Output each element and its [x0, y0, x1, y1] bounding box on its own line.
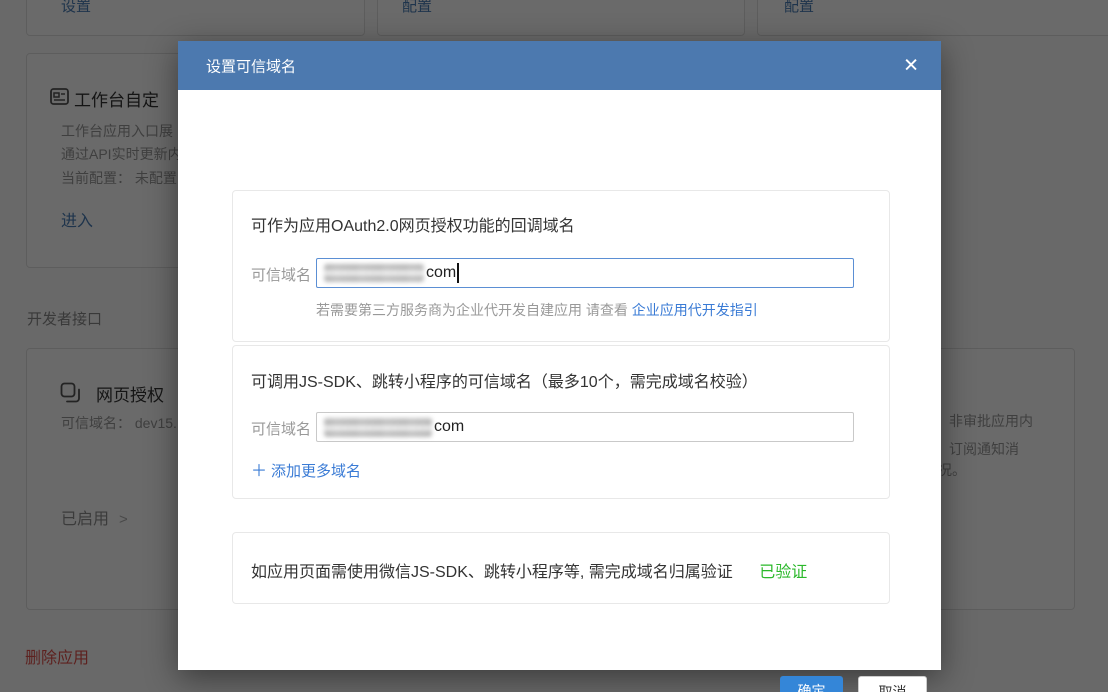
oauth-domain-input[interactable]: com [316, 258, 854, 288]
redacted-domain-blur [324, 264, 424, 282]
oauth-helper-row: 若需要第三方服务商为企业代开发自建应用 请查看 企业应用代开发指引 [316, 300, 758, 320]
jssdk-domain-label: 可信域名 [251, 418, 311, 439]
cancel-button[interactable]: 取消 [858, 676, 927, 692]
oauth-domain-label: 可信域名 [251, 264, 311, 285]
add-domain-link[interactable]: ＋添加更多域名 [251, 457, 361, 481]
plus-icon: ＋ [251, 463, 267, 480]
verify-section: 如应用页面需使用微信JS-SDK、跳转小程序等, 需完成域名归属验证 已验证 [232, 532, 890, 604]
oauth-helper-text: 若需要第三方服务商为企业代开发自建应用 请查看 [316, 302, 628, 318]
redacted-domain-blur [324, 417, 432, 437]
jssdk-domain-section: 可调用JS-SDK、跳转小程序的可信域名（最多10个，需完成域名校验） 可信域名… [232, 345, 890, 499]
oauth-section-title: 可作为应用OAuth2.0网页授权功能的回调域名 [251, 212, 575, 236]
page-root: 设置 配置 配置 工作台自定 工作台应用入口展 通过API实时更新内 当前配置：… [0, 0, 1108, 692]
jssdk-domain-visible-text: com [434, 418, 464, 436]
dialog-header: 设置可信域名 ✕ [178, 41, 941, 90]
oauth-domain-section: 可作为应用OAuth2.0网页授权功能的回调域名 可信域名 com 若需要第三方… [232, 190, 890, 342]
dialog-title: 设置可信域名 [206, 55, 296, 76]
jssdk-domain-input[interactable]: com [316, 412, 854, 442]
verify-text: 如应用页面需使用微信JS-SDK、跳转小程序等, 需完成域名归属验证 [251, 564, 733, 581]
verify-text-row: 如应用页面需使用微信JS-SDK、跳转小程序等, 需完成域名归属验证 已验证 [251, 558, 807, 582]
text-caret [457, 263, 459, 283]
dialog-body: 可作为应用OAuth2.0网页授权功能的回调域名 可信域名 com 若需要第三方… [178, 90, 941, 670]
verified-link[interactable]: 已验证 [759, 564, 807, 581]
add-domain-label: 添加更多域名 [271, 463, 361, 480]
trusted-domain-dialog: 设置可信域名 ✕ 可作为应用OAuth2.0网页授权功能的回调域名 可信域名 c… [178, 41, 941, 670]
oauth-domain-visible-text: com [426, 264, 456, 282]
close-icon[interactable]: ✕ [903, 56, 919, 75]
dev-guide-link[interactable]: 企业应用代开发指引 [632, 302, 758, 318]
confirm-button[interactable]: 确定 [780, 676, 843, 692]
jssdk-section-title: 可调用JS-SDK、跳转小程序的可信域名（最多10个，需完成域名校验） [251, 368, 758, 392]
